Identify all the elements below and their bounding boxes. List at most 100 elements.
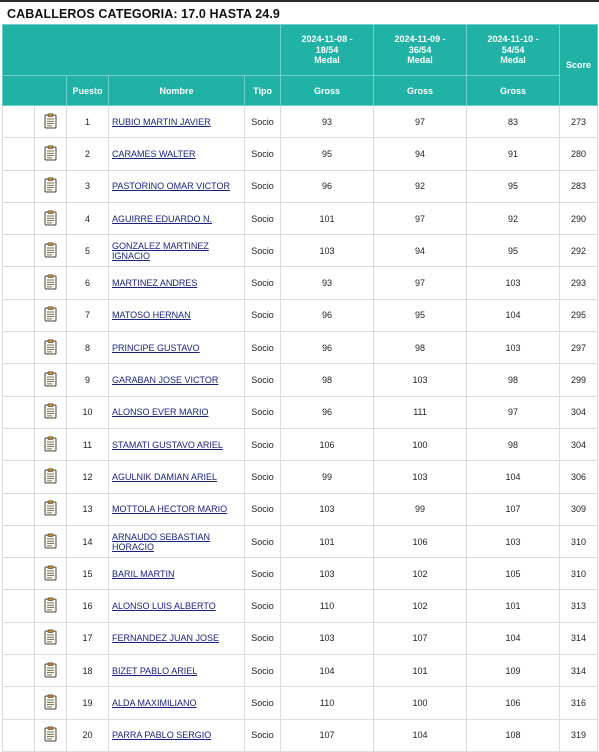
player-name-link[interactable]: PRINCIPE GUSTAVO xyxy=(112,343,244,353)
position-cell: 12 xyxy=(66,460,109,494)
scorecard-cell[interactable] xyxy=(34,427,67,462)
name-cell: BIZET PABLO ARIEL xyxy=(108,654,245,688)
scorecard-cell[interactable] xyxy=(34,460,67,494)
scorecard-cell[interactable] xyxy=(34,169,67,203)
total-score-cell: 310 xyxy=(559,557,599,591)
header-blank xyxy=(1,24,282,76)
scorecard-clipboard-icon[interactable] xyxy=(44,436,57,452)
scorecard-clipboard-icon[interactable] xyxy=(44,403,57,419)
scorecard-cell[interactable] xyxy=(34,363,67,397)
round-3-gross-cell: 92 xyxy=(466,201,561,236)
scorecard-clipboard-icon[interactable] xyxy=(44,565,57,581)
round-2-gross-cell: 94 xyxy=(373,234,468,268)
player-name-link[interactable]: ALONSO LUIS ALBERTO xyxy=(112,601,244,611)
round-1-type: Medal xyxy=(314,55,340,66)
total-score-cell: 313 xyxy=(559,589,599,623)
round-1-date: 2024-11-08 - xyxy=(301,34,353,45)
round-1-gross-header[interactable]: Gross xyxy=(280,75,375,106)
scorecard-cell[interactable] xyxy=(34,589,67,623)
player-name-link[interactable]: CARAMES WALTER xyxy=(112,149,244,159)
table-row: 19 ALDA MAXIMILIANO Socio 110 100 106 316 xyxy=(2,686,599,720)
scorecard-cell[interactable] xyxy=(34,137,67,171)
scorecard-cell[interactable] xyxy=(34,621,67,656)
row-blank-cell xyxy=(2,331,35,365)
player-name-link[interactable]: GONZALEZ MARTINEZ IGNACIO xyxy=(112,241,244,261)
scorecard-clipboard-icon[interactable] xyxy=(44,145,57,161)
scorecard-clipboard-icon[interactable] xyxy=(44,500,57,516)
scorecard-cell[interactable] xyxy=(34,557,67,591)
scorecard-cell[interactable] xyxy=(34,718,67,752)
tipo-cell: Socio xyxy=(243,686,282,720)
scorecard-clipboard-icon[interactable] xyxy=(44,662,57,678)
round-3-gross-header[interactable]: Gross xyxy=(466,75,561,106)
scorecard-clipboard-icon[interactable] xyxy=(44,726,57,742)
round-2-header[interactable]: 2024-11-09 - 36/54 Medal xyxy=(373,24,468,76)
player-name-link[interactable]: ALDA MAXIMILIANO xyxy=(112,698,244,708)
nombre-header[interactable]: Nombre xyxy=(108,75,245,106)
player-name-link[interactable]: MATOSO HERNAN xyxy=(112,310,244,320)
position-cell: 16 xyxy=(66,589,109,623)
scorecard-clipboard-icon[interactable] xyxy=(44,597,57,613)
tipo-header[interactable]: Tipo xyxy=(243,75,282,106)
scorecard-clipboard-icon[interactable] xyxy=(44,468,57,484)
player-name-link[interactable]: FERNANDEZ JUAN JOSE xyxy=(112,633,244,643)
player-name-link[interactable]: BIZET PABLO ARIEL xyxy=(112,666,244,676)
round-3-gross-cell: 91 xyxy=(466,137,561,171)
round-3-header[interactable]: 2024-11-10 - 54/54 Medal xyxy=(466,24,561,76)
round-1-gross-cell: 93 xyxy=(280,266,375,300)
position-cell: 1 xyxy=(66,104,109,139)
scorecard-clipboard-icon[interactable] xyxy=(44,242,57,258)
row-blank-cell xyxy=(2,718,35,752)
puesto-header[interactable]: Puesto xyxy=(66,75,109,106)
scorecard-cell[interactable] xyxy=(34,686,67,720)
scorecard-clipboard-icon[interactable] xyxy=(44,371,57,387)
scorecard-clipboard-icon[interactable] xyxy=(44,306,57,322)
scorecard-cell[interactable] xyxy=(34,524,67,559)
row-blank-cell xyxy=(2,266,35,300)
name-cell: MOTTOLA HECTOR MARIO xyxy=(108,492,245,526)
scorecard-cell[interactable] xyxy=(34,331,67,365)
scorecard-clipboard-icon[interactable] xyxy=(44,177,57,193)
scorecard-cell[interactable] xyxy=(34,395,67,429)
round-1-header[interactable]: 2024-11-08 - 18/54 Medal xyxy=(280,24,375,76)
round-2-gross-header[interactable]: Gross xyxy=(373,75,468,106)
player-name-link[interactable]: PASTORINO OMAR VICTOR xyxy=(112,181,244,191)
round-2-gross-cell: 94 xyxy=(373,137,468,171)
scorecard-clipboard-icon[interactable] xyxy=(44,629,57,645)
scorecard-cell[interactable] xyxy=(34,104,67,139)
scorecard-cell[interactable] xyxy=(34,266,67,300)
position-cell: 20 xyxy=(66,718,109,752)
scorecard-clipboard-icon[interactable] xyxy=(44,209,57,226)
scorecard-cell[interactable] xyxy=(34,654,67,688)
total-score-cell: 293 xyxy=(559,266,599,300)
table-row: 15 BARIL MARTIN Socio 103 102 105 310 xyxy=(2,557,599,591)
player-name-link[interactable]: AGULNIK DAMIAN ARIEL xyxy=(112,472,244,482)
scorecard-cell[interactable] xyxy=(34,201,67,236)
player-name-link[interactable]: MARTINEZ ANDRES xyxy=(112,278,244,288)
scorecard-clipboard-icon[interactable] xyxy=(44,339,57,355)
scorecard-cell[interactable] xyxy=(34,234,67,268)
player-name-link[interactable]: MOTTOLA HECTOR MARIO xyxy=(112,504,244,514)
table-row: 6 MARTINEZ ANDRES Socio 93 97 103 293 xyxy=(2,266,599,300)
row-blank-cell xyxy=(2,363,35,397)
position-cell: 13 xyxy=(66,492,109,526)
player-name-link[interactable]: GARABAN JOSE VICTOR xyxy=(112,375,244,385)
round-1-gross-cell: 96 xyxy=(280,395,375,429)
scorecard-cell[interactable] xyxy=(34,492,67,526)
player-name-link[interactable]: ARNAUDO SEBASTIAN HORACIO xyxy=(112,532,244,552)
player-name-link[interactable]: AGUIRRE EDUARDO N. xyxy=(112,214,244,224)
round-2-gross-cell: 98 xyxy=(373,331,468,365)
scorecard-clipboard-icon[interactable] xyxy=(44,274,57,290)
name-cell: PARRA PABLO SERGIO xyxy=(108,718,245,752)
player-name-link[interactable]: STAMATI GUSTAVO ARIEL xyxy=(112,440,244,450)
scorecard-clipboard-icon[interactable] xyxy=(44,532,57,549)
scorecard-cell[interactable] xyxy=(34,298,67,333)
score-header[interactable]: Score xyxy=(559,24,599,106)
round-2-gross-cell: 100 xyxy=(373,686,468,720)
player-name-link[interactable]: ALONSO EVER MARIO xyxy=(112,407,244,417)
player-name-link[interactable]: BARIL MARTIN xyxy=(112,569,244,579)
player-name-link[interactable]: RUBIO MARTIN JAVIER xyxy=(112,117,244,127)
scorecard-clipboard-icon[interactable] xyxy=(44,694,57,710)
scorecard-clipboard-icon[interactable] xyxy=(44,113,57,129)
player-name-link[interactable]: PARRA PABLO SERGIO xyxy=(112,730,244,740)
